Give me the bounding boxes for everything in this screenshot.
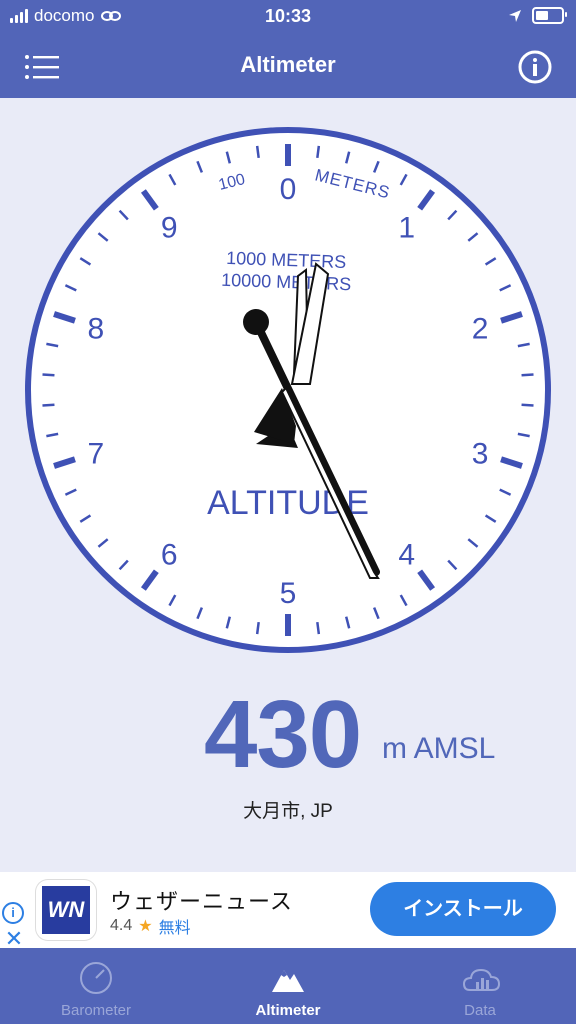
status-right [508, 7, 567, 24]
mountain-icon [272, 970, 304, 992]
minor-tick [316, 145, 321, 159]
tab-altimeter[interactable]: Altimeter [192, 948, 384, 1024]
altimeter-dial: 0123456789 100 METERS 1000 METERS 10000 … [25, 127, 551, 653]
tab-data[interactable]: Data [384, 948, 576, 1024]
inner-label-1000: 1000 METERS [226, 248, 347, 272]
ad-meta: 4.4 ★ 無料 [110, 914, 191, 938]
dial-number-4: 4 [398, 538, 415, 571]
info-circle-icon[interactable] [518, 50, 552, 84]
nav-bar: Altimeter [0, 34, 576, 98]
dial-number-7: 7 [88, 437, 105, 470]
tab-label-altimeter: Altimeter [255, 1002, 321, 1019]
location-arrow-icon [509, 9, 521, 22]
minor-tick [42, 373, 55, 377]
page-title: Altimeter [240, 52, 336, 77]
minor-tick [521, 403, 534, 407]
dial-number-0: 0 [280, 173, 297, 206]
minor-tick [255, 621, 260, 635]
dial-number-3: 3 [472, 437, 489, 470]
clock: 10:33 [264, 6, 312, 26]
tab-bar: Barometer Altimeter Data [0, 948, 576, 1024]
install-button[interactable]: インストール [370, 882, 556, 936]
altitude-value: 430 [204, 681, 362, 788]
ad-close-icon[interactable]: ✕ [2, 928, 26, 950]
ad-app-icon[interactable]: WN [36, 880, 96, 940]
dial-number-6: 6 [161, 538, 178, 571]
minor-tick [42, 403, 55, 407]
location-label: 大月市, JP [243, 801, 333, 822]
star-icon: ★ [138, 918, 153, 935]
tab-label-data: Data [464, 1002, 496, 1019]
altitude-reading: 430 m AMSL [0, 680, 576, 790]
gauge-icon [80, 962, 112, 994]
dial-number-2: 2 [472, 313, 489, 346]
dial-number-1: 1 [398, 212, 415, 245]
status-bar: docomo 10:33 [0, 0, 576, 34]
battery-icon [532, 7, 567, 24]
ad-price: 無料 [158, 920, 191, 937]
ad-rating: 4.4 [110, 917, 133, 934]
minor-tick [521, 373, 534, 377]
ad-banner[interactable]: i ✕ WN ウェザーニュース 4.4 ★ 無料 インストール [0, 872, 576, 950]
cloud-chart-icon [462, 968, 501, 991]
ad-app-name: ウェザーニュース [110, 889, 293, 914]
ad-info-icon[interactable]: i [2, 902, 24, 924]
tab-barometer[interactable]: Barometer [0, 948, 192, 1024]
minor-tick [255, 145, 260, 159]
altitude-unit: m AMSL [382, 732, 496, 765]
ad-app-logo: WN [42, 886, 90, 934]
minor-tick [316, 621, 321, 635]
dial-number-5: 5 [280, 577, 297, 610]
dial-number-8: 8 [88, 313, 105, 346]
dial-number-9: 9 [161, 212, 178, 245]
ad-controls: i ✕ [2, 902, 26, 950]
tab-label-barometer: Barometer [60, 1002, 132, 1019]
hand-pivot [243, 309, 269, 335]
